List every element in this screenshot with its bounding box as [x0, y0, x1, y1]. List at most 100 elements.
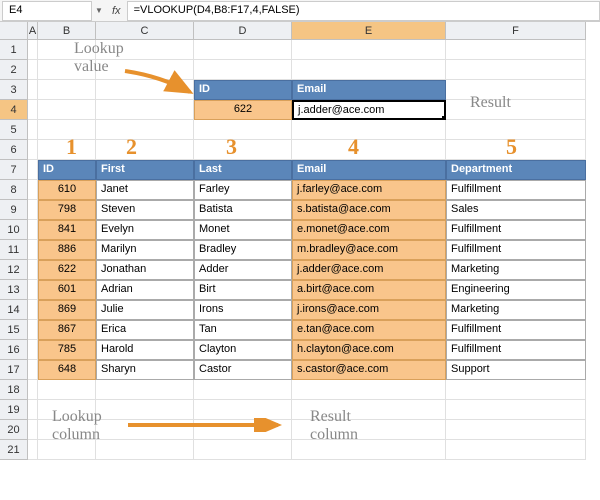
- select-all-corner[interactable]: [0, 22, 28, 40]
- table-row[interactable]: 841EvelynMonete.monet@ace.comFulfillment: [28, 220, 600, 240]
- row-header-8[interactable]: 8: [0, 180, 28, 200]
- row-header-9[interactable]: 9: [0, 200, 28, 220]
- col-header-F[interactable]: F: [446, 22, 586, 40]
- row-header-16[interactable]: 16: [0, 340, 28, 360]
- table-row[interactable]: 867EricaTane.tan@ace.comFulfillment: [28, 320, 600, 340]
- row-header-3[interactable]: 3: [0, 80, 28, 100]
- row-header-12[interactable]: 12: [0, 260, 28, 280]
- cell-last[interactable]: Farley: [194, 180, 292, 200]
- result-cell-active[interactable]: j.adder@ace.com: [292, 100, 446, 120]
- cell-first[interactable]: Marilyn: [96, 240, 194, 260]
- cell-last[interactable]: Adder: [194, 260, 292, 280]
- cell-dept[interactable]: Fulfillment: [446, 180, 586, 200]
- table-header-last[interactable]: Last: [194, 160, 292, 180]
- col-header-D[interactable]: D: [194, 22, 292, 40]
- cell-last[interactable]: Birt: [194, 280, 292, 300]
- table-header-first[interactable]: First: [96, 160, 194, 180]
- row-header-14[interactable]: 14: [0, 300, 28, 320]
- name-box-dropdown-icon[interactable]: ▼: [92, 6, 106, 15]
- cell-id[interactable]: 622: [38, 260, 96, 280]
- cell-first[interactable]: Jonathan: [96, 260, 194, 280]
- cell-email[interactable]: a.birt@ace.com: [292, 280, 446, 300]
- table-row[interactable]: 798StevenBatistas.batista@ace.comSales: [28, 200, 600, 220]
- cell-id[interactable]: 648: [38, 360, 96, 380]
- table-header-dept[interactable]: Department: [446, 160, 586, 180]
- row-header-21[interactable]: 21: [0, 440, 28, 460]
- row-header-10[interactable]: 10: [0, 220, 28, 240]
- row-header-15[interactable]: 15: [0, 320, 28, 340]
- cell-email[interactable]: j.farley@ace.com: [292, 180, 446, 200]
- cell-last[interactable]: Irons: [194, 300, 292, 320]
- row-header-2[interactable]: 2: [0, 60, 28, 80]
- cell-id[interactable]: 798: [38, 200, 96, 220]
- cell-id[interactable]: 601: [38, 280, 96, 300]
- col-header-E[interactable]: E: [292, 22, 446, 40]
- name-box[interactable]: E4: [2, 1, 92, 21]
- col-header-A[interactable]: A: [28, 22, 38, 40]
- lookup-value-cell[interactable]: 622: [194, 100, 292, 120]
- table-header-id[interactable]: ID: [38, 160, 96, 180]
- cell-first[interactable]: Erica: [96, 320, 194, 340]
- cell-email[interactable]: e.tan@ace.com: [292, 320, 446, 340]
- cell-email[interactable]: h.clayton@ace.com: [292, 340, 446, 360]
- cell-dept[interactable]: Support: [446, 360, 586, 380]
- fx-icon[interactable]: fx: [106, 5, 127, 17]
- table-row[interactable]: 622JonathanAdderj.adder@ace.comMarketing: [28, 260, 600, 280]
- cells-area[interactable]: ID Email 622 j.adder@ace.com ID First La…: [28, 40, 600, 460]
- cell-last[interactable]: Tan: [194, 320, 292, 340]
- table-row[interactable]: 610JanetFarleyj.farley@ace.comFulfillmen…: [28, 180, 600, 200]
- cell-email[interactable]: j.irons@ace.com: [292, 300, 446, 320]
- col-header-B[interactable]: B: [38, 22, 96, 40]
- cell-dept[interactable]: Fulfillment: [446, 220, 586, 240]
- cell-last[interactable]: Clayton: [194, 340, 292, 360]
- cell-email[interactable]: j.adder@ace.com: [292, 260, 446, 280]
- cell-id[interactable]: 886: [38, 240, 96, 260]
- lookup-header-email[interactable]: Email: [292, 80, 446, 100]
- row-header-7[interactable]: 7: [0, 160, 28, 180]
- cell-email[interactable]: s.batista@ace.com: [292, 200, 446, 220]
- cell-first[interactable]: Sharyn: [96, 360, 194, 380]
- table-row[interactable]: 601AdrianBirta.birt@ace.comEngineering: [28, 280, 600, 300]
- table-row[interactable]: 648SharynCastors.castor@ace.comSupport: [28, 360, 600, 380]
- row-header-17[interactable]: 17: [0, 360, 28, 380]
- table-row[interactable]: 886MarilynBradleym.bradley@ace.comFulfil…: [28, 240, 600, 260]
- cell-id[interactable]: 610: [38, 180, 96, 200]
- row-header-11[interactable]: 11: [0, 240, 28, 260]
- cell-last[interactable]: Monet: [194, 220, 292, 240]
- row-header-19[interactable]: 19: [0, 400, 28, 420]
- table-row[interactable]: 869JulieIronsj.irons@ace.comMarketing: [28, 300, 600, 320]
- cell-dept[interactable]: Marketing: [446, 300, 586, 320]
- col-header-C[interactable]: C: [96, 22, 194, 40]
- cell-first[interactable]: Harold: [96, 340, 194, 360]
- cell-dept[interactable]: Fulfillment: [446, 240, 586, 260]
- lookup-header-id[interactable]: ID: [194, 80, 292, 100]
- cell-last[interactable]: Batista: [194, 200, 292, 220]
- cell-dept[interactable]: Fulfillment: [446, 320, 586, 340]
- cell-first[interactable]: Julie: [96, 300, 194, 320]
- table-header-email[interactable]: Email: [292, 160, 446, 180]
- row-header-1[interactable]: 1: [0, 40, 28, 60]
- cell-dept[interactable]: Fulfillment: [446, 340, 586, 360]
- cell-first[interactable]: Evelyn: [96, 220, 194, 240]
- cell-dept[interactable]: Marketing: [446, 260, 586, 280]
- row-header-20[interactable]: 20: [0, 420, 28, 440]
- cell-first[interactable]: Adrian: [96, 280, 194, 300]
- cell-id[interactable]: 841: [38, 220, 96, 240]
- row-header-4[interactable]: 4: [0, 100, 28, 120]
- row-header-6[interactable]: 6: [0, 140, 28, 160]
- cell-dept[interactable]: Engineering: [446, 280, 586, 300]
- cell-id[interactable]: 785: [38, 340, 96, 360]
- cell-id[interactable]: 869: [38, 300, 96, 320]
- row-header-18[interactable]: 18: [0, 380, 28, 400]
- cell-email[interactable]: s.castor@ace.com: [292, 360, 446, 380]
- formula-bar[interactable]: =VLOOKUP(D4,B8:F17,4,FALSE): [127, 1, 600, 21]
- row-header-13[interactable]: 13: [0, 280, 28, 300]
- cell-last[interactable]: Bradley: [194, 240, 292, 260]
- row-header-5[interactable]: 5: [0, 120, 28, 140]
- cell-last[interactable]: Castor: [194, 360, 292, 380]
- cell-first[interactable]: Steven: [96, 200, 194, 220]
- cell-email[interactable]: e.monet@ace.com: [292, 220, 446, 240]
- table-row[interactable]: 785HaroldClaytonh.clayton@ace.comFulfill…: [28, 340, 600, 360]
- cell-email[interactable]: m.bradley@ace.com: [292, 240, 446, 260]
- cell-first[interactable]: Janet: [96, 180, 194, 200]
